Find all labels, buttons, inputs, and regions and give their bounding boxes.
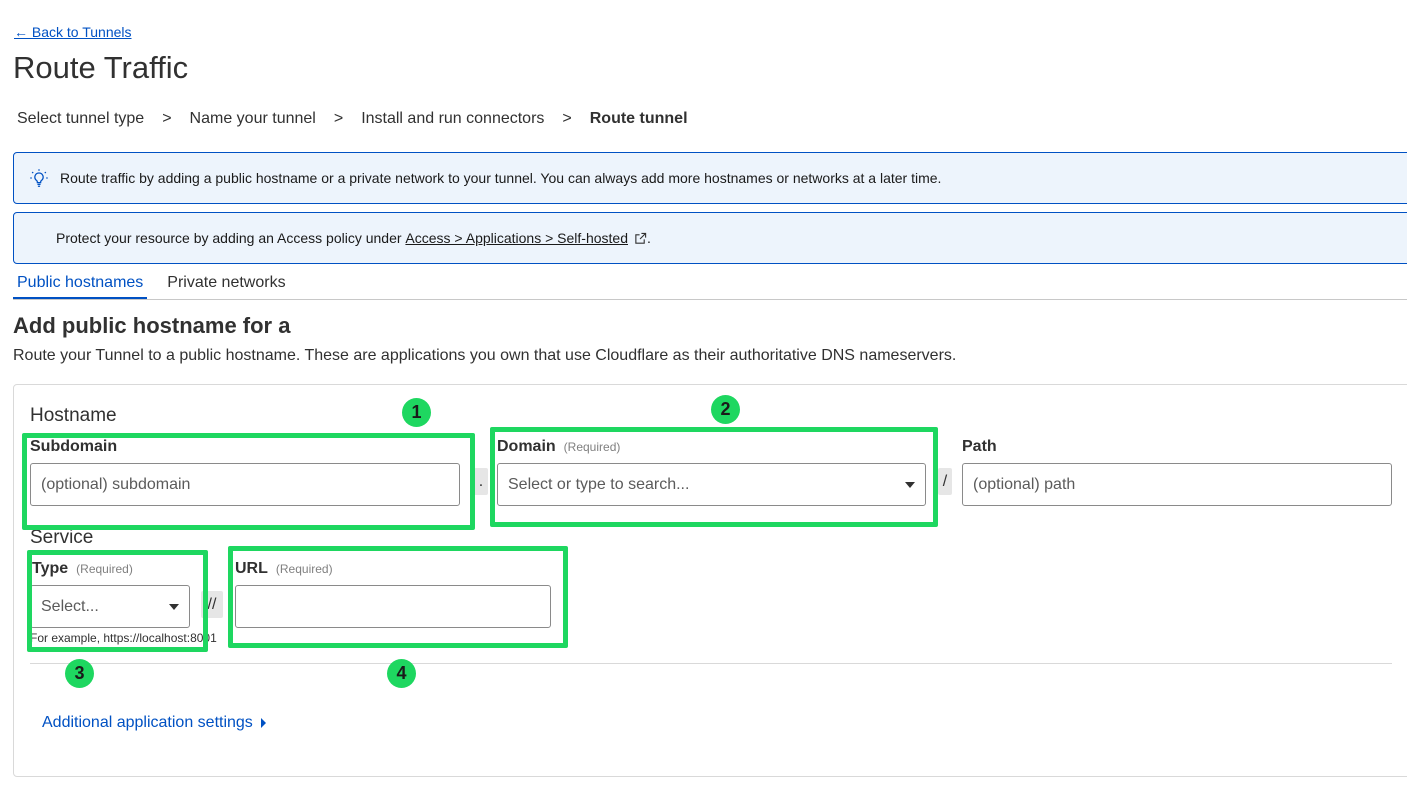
tab-public-hostnames[interactable]: Public hostnames — [13, 264, 148, 299]
path-input[interactable] — [962, 463, 1392, 506]
step-name-tunnel: Name your tunnel — [189, 110, 316, 127]
access-policy-banner: Protect your resource by adding an Acces… — [13, 212, 1407, 264]
step-select-tunnel-type: Select tunnel type — [17, 110, 145, 127]
domain-required-tag: (Required) — [563, 440, 621, 454]
scheme-separator: // — [201, 591, 223, 618]
domain-select[interactable]: Select or type to search... — [497, 463, 926, 506]
tip-banner: Route traffic by adding a public hostnam… — [13, 152, 1407, 204]
chevron-down-icon — [905, 482, 915, 488]
stepper: Select tunnel type > Name your tunnel > … — [17, 110, 688, 128]
section-description: Route your Tunnel to a public hostname. … — [13, 347, 957, 364]
access-policy-suffix: . — [647, 230, 651, 246]
page-title: Route Traffic — [13, 50, 189, 85]
step-separator: > — [162, 110, 172, 127]
domain-select-placeholder: Select or type to search... — [508, 475, 690, 493]
dot-separator: . — [474, 468, 488, 495]
step-route-tunnel: Route tunnel — [589, 110, 688, 127]
path-label: Path — [962, 438, 997, 455]
section-title: Add public hostname for a — [13, 313, 291, 338]
service-example-hint: For example, https://localhost:8001 — [30, 631, 217, 645]
chevron-down-icon — [169, 604, 179, 610]
access-policy-text: Protect your resource by adding an Acces… — [56, 230, 406, 246]
tab-private-networks[interactable]: Private networks — [163, 264, 289, 299]
type-label: Type (Required) — [32, 560, 133, 578]
subdomain-label: Subdomain — [30, 438, 118, 455]
step-separator: > — [562, 110, 572, 127]
slash-separator: / — [938, 468, 952, 495]
domain-label: Domain (Required) — [497, 438, 620, 456]
divider — [30, 663, 1392, 664]
tip-text: Route traffic by adding a public hostnam… — [60, 170, 942, 186]
tab-bar: Public hostnames Private networks — [13, 264, 1407, 300]
back-to-tunnels-link[interactable]: ← Back to Tunnels — [14, 24, 132, 40]
step-separator: > — [333, 110, 344, 127]
service-group-label: Service — [30, 527, 94, 548]
annotation-badge-2: 2 — [711, 395, 740, 424]
type-select-placeholder: Select... — [41, 597, 99, 615]
url-required-tag: (Required) — [275, 562, 333, 576]
type-required-tag: (Required) — [76, 562, 133, 576]
annotation-badge-1: 1 — [402, 398, 431, 427]
access-applications-link[interactable]: Access > Applications > Self-hosted — [405, 230, 628, 246]
type-label-text: Type — [32, 560, 69, 577]
additional-settings-toggle[interactable]: Additional application settings — [42, 714, 266, 732]
domain-label-text: Domain — [497, 438, 556, 455]
service-url-input[interactable] — [235, 585, 551, 628]
external-link-icon[interactable] — [634, 232, 647, 245]
step-install-connectors: Install and run connectors — [361, 110, 545, 127]
caret-right-icon — [260, 718, 266, 728]
url-label: URL (Required) — [235, 560, 333, 578]
additional-settings-label: Additional application settings — [42, 714, 253, 731]
hostname-group-label: Hostname — [30, 405, 117, 426]
annotation-badge-3: 3 — [65, 659, 94, 688]
subdomain-input[interactable] — [30, 463, 460, 506]
lightbulb-icon — [30, 169, 48, 187]
service-type-select[interactable]: Select... — [30, 585, 190, 628]
url-label-text: URL — [235, 560, 268, 577]
annotation-badge-4: 4 — [387, 659, 416, 688]
